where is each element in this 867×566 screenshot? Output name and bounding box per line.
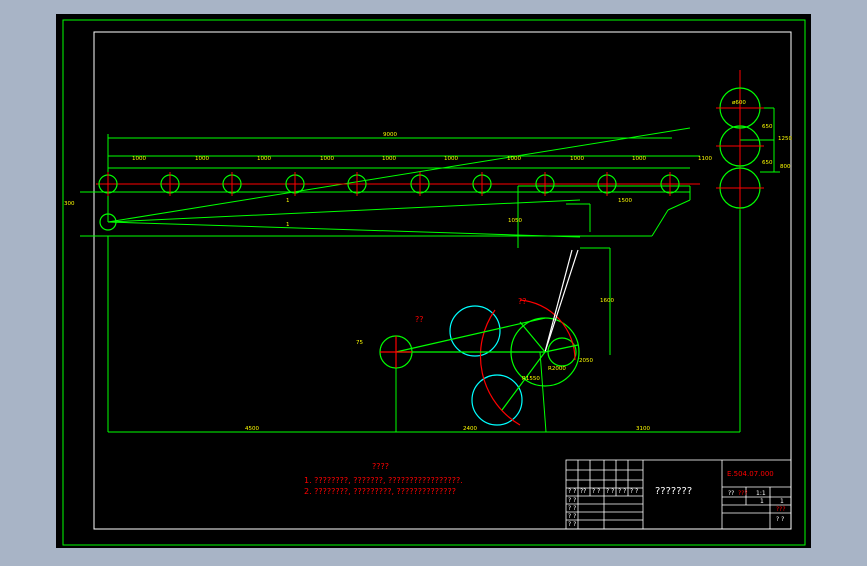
tb-cell-4: ? ? [606,488,614,495]
dim-overall: 9000 [383,132,397,138]
tb-scale: 1:1 [756,490,766,497]
dim-small-left: 75 [356,340,363,346]
tb-cell-5: ? ? [618,488,626,495]
dim-drop: 1600 [600,298,614,304]
label-a: ?? [415,315,424,324]
dim-tail-length: 1500 [618,198,632,204]
drawing-sheet [56,14,811,548]
tb-mark: ?? [728,490,734,497]
dim-roller-top: 650 [762,124,773,130]
tb-cell-6: ? ? [630,488,638,495]
tb-extra: ? ? [776,516,784,523]
dim-roller-side-b: 800 [780,164,791,170]
notes-title: ???? [372,462,389,471]
tb-cell-3: ? ? [592,488,600,495]
dim-small-vertical: 2050 [579,358,593,364]
dim-incline-b: 1 [286,222,290,228]
label-b: ?? [518,297,527,306]
tb-cell-7: ? ? [568,497,576,504]
dim-left-height: 300 [64,201,75,207]
dim-span-3: 1000 [257,156,271,162]
dim-span-9: 1000 [632,156,646,162]
tb-cell-2: ?? [580,488,586,495]
tb-revision: ??? [776,506,786,513]
dim-bottom-right: 3100 [636,426,650,432]
tb-sheet-a: 1 [760,498,764,505]
dim-diag-b: R2000 [548,366,566,372]
dim-bottom-left: 4500 [245,426,259,432]
cad-viewport[interactable]: 9000 1000 1000 1000 1000 1000 1000 1000 … [0,0,867,562]
dim-span-5: 1000 [382,156,396,162]
drawing-canvas: 9000 1000 1000 1000 1000 1000 1000 1000 … [56,14,811,548]
dim-span-1: 1000 [132,156,146,162]
dim-roller-side-a: 1250 [778,136,792,142]
tb-cell-9: ? ? [568,513,576,520]
tb-mark-red: ??? [738,490,748,497]
drawing-number: E.504.07.000 [727,470,774,478]
dim-incline-a: 1 [286,198,290,204]
dim-last-span: 1100 [698,156,712,162]
dim-mid-vertical: 1050 [508,218,522,224]
dim-roller-bottom: 650 [762,160,773,166]
tb-sheet-b: 1 [780,498,784,505]
tb-cell-1: ? ? [568,488,576,495]
dim-span-2: 1000 [195,156,209,162]
dim-span-6: 1000 [444,156,458,162]
dim-diag-a: R1550 [522,376,540,382]
drawing-name: ??????? [655,486,692,497]
dim-roller-label: ø600 [732,100,746,106]
notes-line-1: 1. ????????, ???????, ?????????????????. [304,476,463,485]
tb-cell-10: ? ? [568,521,576,528]
dim-span-7: 1000 [507,156,521,162]
dim-bottom-mid: 2400 [463,426,477,432]
dim-span-8: 1000 [570,156,584,162]
tb-cell-8: ? ? [568,505,576,512]
dim-span-4: 1000 [320,156,334,162]
notes-line-2: 2. ????????, ?????????, ?????????????? [304,487,456,496]
